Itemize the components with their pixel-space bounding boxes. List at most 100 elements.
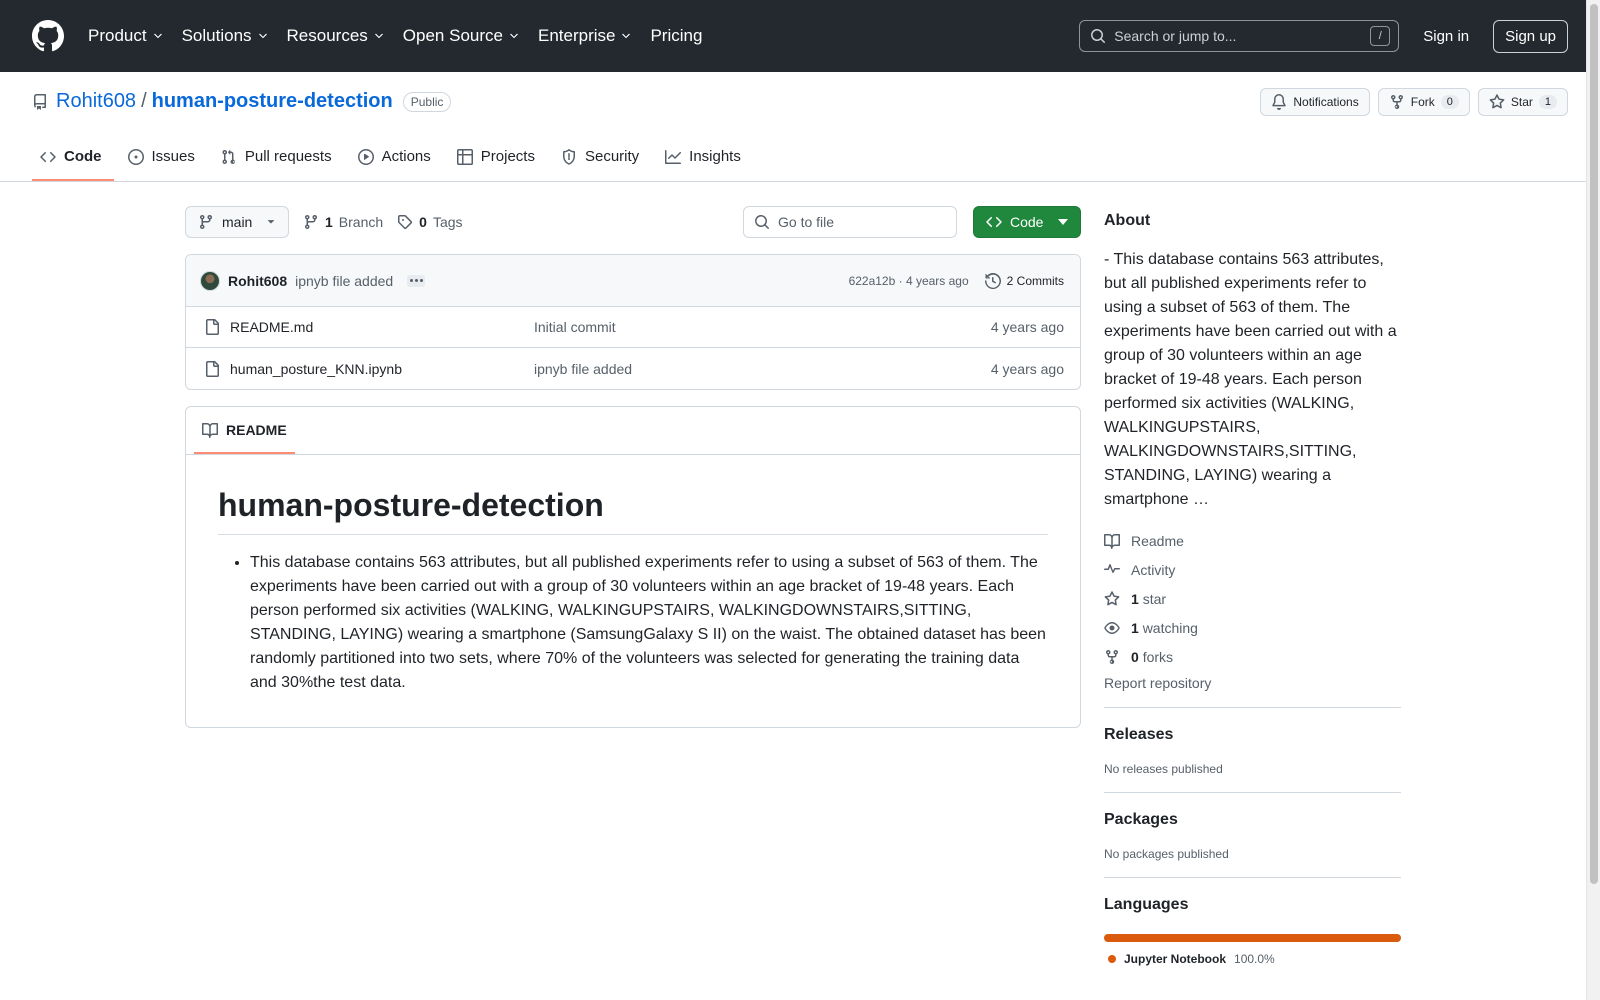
file-commit-message[interactable]: ipnyb file added bbox=[534, 361, 991, 377]
tab-issues-label: Issues bbox=[151, 148, 195, 165]
chevron-down-icon bbox=[622, 33, 631, 39]
file-age: 4 years ago bbox=[990, 319, 1064, 335]
global-search-input[interactable]: Search or jump to... / bbox=[1079, 20, 1400, 52]
tab-projects[interactable]: Projects bbox=[449, 148, 547, 181]
packages-heading[interactable]: Packages bbox=[1104, 811, 1401, 829]
page-scrollbar[interactable] bbox=[1586, 0, 1600, 1000]
tags-link[interactable]: 0 Tags bbox=[397, 214, 463, 230]
file-name-link[interactable]: human_posture_KNN.ipynb bbox=[230, 361, 402, 377]
language-color-dot bbox=[1108, 955, 1116, 963]
code-dropdown-button[interactable]: Code bbox=[973, 206, 1081, 238]
file-name-link[interactable]: README.md bbox=[230, 319, 313, 335]
fork-button[interactable]: Fork 0 bbox=[1377, 88, 1470, 116]
star-icon bbox=[1104, 590, 1120, 605]
expand-commit-button[interactable] bbox=[407, 274, 426, 287]
nav-resources[interactable]: Resources bbox=[287, 26, 385, 46]
readme-title: human-posture-detection bbox=[218, 487, 1048, 535]
tab-issues[interactable]: Issues bbox=[120, 148, 207, 181]
tab-pull-requests-label: Pull requests bbox=[244, 148, 332, 165]
releases-heading[interactable]: Releases bbox=[1104, 726, 1401, 744]
stars-count: 1 bbox=[1131, 590, 1139, 607]
tab-security[interactable]: Security bbox=[553, 148, 651, 181]
activity-link[interactable]: Activity bbox=[1104, 555, 1401, 584]
nav-enterprise[interactable]: Enterprise bbox=[538, 26, 632, 46]
global-header: Product Solutions Resources Open Source … bbox=[0, 0, 1600, 72]
readme-panel: README human-posture-detection This data… bbox=[185, 406, 1081, 728]
scrollbar-thumb[interactable] bbox=[1590, 4, 1598, 884]
history-icon bbox=[984, 272, 1001, 289]
chevron-down-icon bbox=[153, 33, 162, 39]
nav-pricing[interactable]: Pricing bbox=[650, 26, 702, 46]
commits-history-link[interactable]: 2 Commits bbox=[984, 272, 1064, 289]
notifications-button[interactable]: Notifications bbox=[1260, 88, 1370, 116]
languages-heading: Languages bbox=[1104, 896, 1189, 913]
tab-insights[interactable]: Insights bbox=[657, 148, 753, 181]
repo-actions: Notifications Fork 0 Star 1 bbox=[1260, 88, 1568, 116]
caret-down-icon bbox=[267, 220, 275, 224]
nav-open-source-label: Open Source bbox=[402, 26, 503, 45]
pulse-icon bbox=[1104, 563, 1120, 573]
file-icon bbox=[206, 360, 219, 377]
commits-count-label: 2 Commits bbox=[1006, 273, 1064, 288]
tab-insights-label: Insights bbox=[689, 148, 741, 165]
readme-link[interactable]: Readme bbox=[1104, 526, 1401, 555]
commit-message-link[interactable]: ipnyb file added bbox=[295, 273, 393, 289]
nav-open-source[interactable]: Open Source bbox=[403, 26, 520, 46]
star-label: Star bbox=[1510, 95, 1533, 109]
repo-tabs: Code Issues Pull requests Actions Projec… bbox=[32, 148, 759, 181]
nav-solutions-label: Solutions bbox=[181, 26, 252, 45]
file-commit-message[interactable]: Initial commit bbox=[534, 319, 991, 335]
readme-link-label: Readme bbox=[1131, 532, 1184, 549]
file-row[interactable]: human_posture_KNN.ipynb ipnyb file added… bbox=[186, 348, 1080, 389]
play-icon bbox=[357, 148, 374, 165]
language-item[interactable]: Jupyter Notebook 100.0% bbox=[1108, 952, 1401, 966]
avatar[interactable] bbox=[200, 270, 220, 291]
language-bar bbox=[1104, 934, 1401, 942]
star-button[interactable]: Star 1 bbox=[1477, 88, 1568, 116]
language-percent: 100.0% bbox=[1234, 952, 1275, 966]
tab-pull-requests[interactable]: Pull requests bbox=[213, 148, 344, 181]
repo-path-separator: / bbox=[141, 90, 147, 112]
branch-name: main bbox=[222, 214, 253, 230]
go-to-file-input[interactable]: Go to file bbox=[743, 206, 957, 238]
search-placeholder: Search or jump to... bbox=[1114, 28, 1237, 44]
chevron-down-icon bbox=[258, 33, 267, 39]
forks-text: 0 forks bbox=[1131, 649, 1173, 665]
branches-link[interactable]: 1 Branch bbox=[303, 214, 383, 230]
tag-icon bbox=[398, 215, 413, 230]
sign-up-button[interactable]: Sign up bbox=[1493, 19, 1568, 53]
ellipsis-dot bbox=[414, 279, 418, 282]
repo-owner-link[interactable]: Rohit608 bbox=[56, 90, 136, 113]
book-icon bbox=[202, 423, 218, 438]
notifications-label: Notifications bbox=[1293, 95, 1359, 109]
nav-solutions[interactable]: Solutions bbox=[182, 26, 269, 46]
tab-code[interactable]: Code bbox=[32, 148, 114, 181]
sign-in-link[interactable]: Sign in bbox=[1423, 28, 1469, 45]
readme-tab[interactable]: README bbox=[194, 422, 295, 454]
graph-icon bbox=[665, 149, 682, 164]
ellipsis-dot bbox=[419, 279, 423, 282]
releases-section: Releases No releases published bbox=[1104, 707, 1401, 776]
watchers-link[interactable]: 1 watching bbox=[1104, 613, 1401, 642]
tab-projects-label: Projects bbox=[480, 148, 535, 165]
commit-meta: 622a12b · 4 years ago 2 Commits bbox=[849, 272, 1064, 289]
github-logo-icon[interactable] bbox=[32, 20, 64, 52]
stars-link[interactable]: 1 star bbox=[1104, 584, 1401, 613]
main-content: main 1 Branch 0 Tags Go to file Code Roh… bbox=[185, 206, 1081, 728]
commit-sha-time[interactable]: 622a12b · 4 years ago bbox=[849, 274, 969, 288]
repo-name-link[interactable]: human-posture-detection bbox=[152, 90, 393, 113]
tab-actions[interactable]: Actions bbox=[350, 148, 443, 181]
report-repository-link[interactable]: Report repository bbox=[1104, 675, 1401, 691]
language-name: Jupyter Notebook bbox=[1124, 952, 1227, 966]
star-count: 1 bbox=[1538, 95, 1557, 109]
readme-list: This database contains 563 attributes, b… bbox=[218, 551, 1048, 695]
nav-product[interactable]: Product bbox=[88, 26, 164, 46]
shield-icon bbox=[562, 148, 575, 165]
book-icon bbox=[1104, 533, 1120, 549]
branch-selector[interactable]: main bbox=[185, 206, 289, 238]
forks-link[interactable]: 0 forks bbox=[1104, 642, 1401, 671]
nav-enterprise-label: Enterprise bbox=[537, 26, 616, 45]
commit-author-link[interactable]: Rohit608 bbox=[228, 273, 287, 289]
about-description: - This database contains 563 attributes,… bbox=[1104, 251, 1397, 508]
file-row[interactable]: README.md Initial commit 4 years ago bbox=[186, 307, 1080, 348]
